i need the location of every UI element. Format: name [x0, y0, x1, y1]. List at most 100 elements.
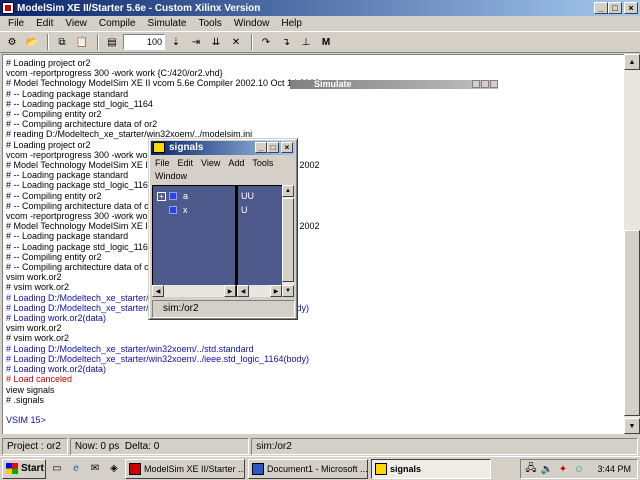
transcript-pane[interactable]: # Loading project or2 vcom -reportprogres…: [2, 54, 624, 434]
menu-help[interactable]: Help: [275, 18, 308, 29]
maximize-button[interactable]: □: [608, 2, 622, 14]
transcript-line: # .signals: [6, 394, 45, 405]
paste-icon[interactable]: 📋: [73, 34, 91, 50]
menu-tools[interactable]: Tools: [192, 18, 227, 29]
menu-window[interactable]: Window: [228, 18, 276, 29]
status-bar: Project : or2 Now: 0 ps Delta: 0 sim:/or…: [0, 436, 640, 456]
system-tray: 🖧 🔈 ✦ ☺ 3:44 PM: [520, 459, 638, 479]
signals-menu-tools[interactable]: Tools: [248, 158, 277, 168]
internet-explorer-icon[interactable]: e: [68, 461, 84, 477]
signals-status: sim:/or2: [152, 300, 295, 318]
transcript-line: # Loading work.or2(data): [6, 364, 107, 375]
open-folder-icon[interactable]: 📂: [23, 34, 41, 50]
task-label: Document1 - Microsoft ...: [267, 463, 368, 474]
simulate-maximize-button[interactable]: [481, 80, 489, 88]
taskbar-item-modelsim[interactable]: ModelSim XE II/Starter ...: [125, 458, 245, 479]
signals-minimize-button[interactable]: _: [255, 142, 267, 153]
modelsim-logo-icon[interactable]: M: [317, 34, 335, 50]
menu-view[interactable]: View: [59, 18, 93, 29]
signals-title-bar[interactable]: signals _ □ ×: [151, 141, 295, 155]
values-horizontal-scrollbar[interactable]: ◀ ▶: [237, 285, 282, 297]
signals-window[interactable]: signals _ □ × File Edit View Add Tools W…: [148, 138, 298, 320]
expand-icon[interactable]: +: [157, 191, 166, 201]
scroll-down-button[interactable]: ▼: [624, 418, 640, 434]
signals-menu-view[interactable]: View: [197, 158, 224, 168]
scroll-left-button[interactable]: ◀: [152, 285, 164, 297]
status-project: Project : or2: [2, 437, 68, 455]
simulate-dialog[interactable]: Simulate: [260, 80, 498, 90]
menu-file[interactable]: File: [2, 18, 30, 29]
task-label: signals: [390, 463, 422, 474]
signals-title: signals: [169, 142, 204, 153]
clock[interactable]: 3:44 PM: [597, 464, 637, 474]
simulate-minimize-button[interactable]: [472, 80, 480, 88]
scroll-right-button[interactable]: ▶: [270, 285, 282, 297]
scroll-left-button[interactable]: ◀: [237, 285, 249, 297]
scroll-thumb[interactable]: [624, 230, 640, 416]
compile-icon[interactable]: ⚙: [3, 34, 21, 50]
transcript-line: # Model Technology ModelSim XE II vcom 5…: [6, 221, 320, 232]
antivirus-icon[interactable]: ✦: [557, 463, 569, 475]
scroll-up-button[interactable]: ▲: [624, 54, 640, 70]
scroll-up-button[interactable]: ▲: [282, 185, 294, 197]
signal-name: x: [183, 205, 188, 215]
signals-menu-edit[interactable]: Edit: [174, 158, 198, 168]
run-length-icon: ▤: [107, 36, 117, 48]
restart-icon[interactable]: ⊥: [297, 34, 315, 50]
volume-icon[interactable]: 🔈: [541, 463, 553, 475]
transcript-line: # -- Loading package std_logic_1164: [6, 241, 153, 252]
close-button[interactable]: ×: [624, 2, 638, 14]
xilinx-icon[interactable]: ◈: [106, 461, 122, 477]
signal-values-pane[interactable]: UU U: [236, 185, 283, 297]
messenger-icon[interactable]: ☺: [573, 463, 585, 475]
names-horizontal-scrollbar[interactable]: ◀ ▶: [152, 285, 236, 297]
signal-row-a[interactable]: + a: [157, 190, 188, 202]
transcript-line: vsim work.or2: [6, 272, 62, 283]
taskbar-item-signals[interactable]: signals: [371, 458, 491, 479]
signals-close-button[interactable]: ×: [281, 142, 293, 153]
break-icon[interactable]: ✕: [227, 34, 245, 50]
run-all-icon[interactable]: ⇊: [207, 34, 225, 50]
continue-icon[interactable]: ⇥: [187, 34, 205, 50]
toolbar-separator: [97, 34, 99, 50]
transcript-line: [6, 405, 621, 415]
taskbar: Start ▭ e ✉ ◈ ModelSim XE II/Starter ...…: [0, 456, 640, 480]
menu-edit[interactable]: Edit: [30, 18, 59, 29]
copy-icon[interactable]: ⧉: [53, 34, 71, 50]
network-icon[interactable]: 🖧: [525, 463, 537, 475]
show-desktop-icon[interactable]: ▭: [49, 461, 65, 477]
scroll-down-button[interactable]: ▼: [282, 285, 294, 297]
signal-names-pane[interactable]: + a x: [152, 185, 236, 297]
signal-row-x[interactable]: x: [157, 204, 188, 216]
simulate-dialog-title: Simulate: [290, 80, 498, 89]
signal-name: a: [183, 191, 189, 201]
start-button[interactable]: Start: [2, 458, 46, 479]
signals-menu-window[interactable]: Window: [151, 171, 191, 181]
signals-vertical-scrollbar[interactable]: ▲ ▼: [282, 185, 294, 297]
signals-window-icon: [153, 142, 165, 153]
scroll-thumb[interactable]: [282, 198, 294, 282]
outlook-icon[interactable]: ✉: [87, 461, 103, 477]
signals-menu-add[interactable]: Add: [224, 158, 248, 168]
run-icon[interactable]: ⇣: [167, 34, 185, 50]
simulate-close-button[interactable]: [490, 80, 498, 88]
modelsim-app-icon: [129, 462, 141, 475]
step-icon[interactable]: ↷: [257, 34, 275, 50]
scroll-right-button[interactable]: ▶: [224, 285, 236, 297]
start-label: Start: [21, 463, 44, 474]
menu-compile[interactable]: Compile: [93, 18, 142, 29]
status-delta: Delta: 0: [124, 440, 160, 452]
transcript-line: # -- Compiling entity or2: [6, 190, 102, 201]
transcript-line: vsim work.or2: [6, 323, 62, 334]
minimize-button[interactable]: _: [594, 2, 608, 14]
signals-maximize-button[interactable]: □: [267, 142, 279, 153]
step-over-icon[interactable]: ↴: [277, 34, 295, 50]
signal-value: U: [241, 205, 248, 215]
transcript-line: # Load canceled: [6, 374, 73, 385]
taskbar-item-word[interactable]: Document1 - Microsoft ...: [248, 458, 368, 479]
run-length-input[interactable]: 100: [123, 34, 165, 50]
main-title-bar[interactable]: ModelSim XE II/Starter 5.6e - Custom Xil…: [0, 0, 640, 16]
menu-simulate[interactable]: Simulate: [142, 18, 193, 29]
signals-menu-file[interactable]: File: [151, 158, 174, 168]
transcript-scrollbar[interactable]: ▲ ▼: [624, 54, 640, 434]
